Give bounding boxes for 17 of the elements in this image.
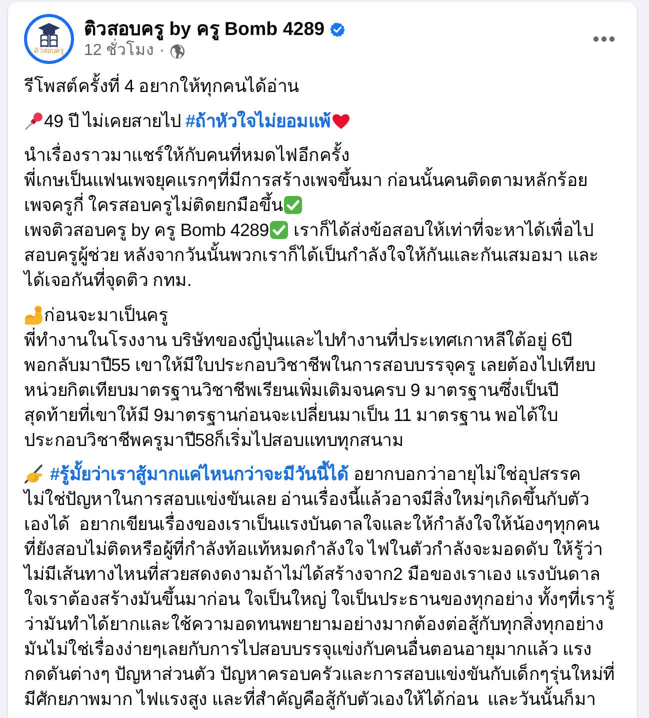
graduation-cap-book-icon	[37, 22, 61, 48]
check-mark-icon	[282, 195, 303, 215]
post-paragraph: รีโพสต์ครั้งที่ 4 อยากให้ทุกคนได้อ่าน	[24, 74, 625, 99]
check-mark-icon	[268, 220, 289, 240]
hashtag-link[interactable]: #ถ้าหัวใจไม่ยอมแพ้	[186, 110, 331, 130]
globe-icon	[170, 44, 185, 58]
more-options-icon[interactable]	[593, 36, 615, 42]
flexed-bicep-icon	[24, 304, 44, 324]
post-time[interactable]: 12 ชั่วโมง	[84, 41, 154, 61]
post-paragraph: นำเรื่องราวมาแชร์ให้กับคนที่หมดไฟอีกครั้ง พี่เกษเป็นแฟนเพจยุคแรกๆที่มีการสร้างเพจขึ้นมา ก่อนนั้นคนติดตามหลักร้อย เพจครูกี่ ใครสอบครูไม่ติดยกมือขึ้น เพจติวสอบครู by ครู Bomb 4289 เราก็ได้ส่งข้อสอบให้เท่าที่จะหาได้เพื่อไป สอบครูผู้ช่วย หลังจากวันนั้นพวกเราก็ได้เป็นกำลังใจให้กันและกันเสมอมา และ ได้เจอกันที่จุดติว กทม.	[24, 143, 625, 293]
post-paragraph: 49 ปี ไม่เคยสายไป #ถ้าหัวใจไม่ยอมแพ้	[24, 108, 625, 134]
page-name[interactable]: ติวสอบครู by ครู Bomb 4289	[84, 17, 325, 41]
post-paragraph: #รู้มั้ยว่าเราสู้มากแค่ไหนกว่าจะมีวันนี้ได้ อยากบอกว่าอายุไม่ใช่อุปสรรค ไม่ใช่ปัญหาในการสอบแข่งขันเลย อ่านเรื่องนี้แล้วอาจมีสิ่งใหม่ๆเกิดขึ้นกับตัว เองได้ อยากเขียนเรื่องของเราเป็นแรงบันดาลใจและให้กำลังใจให้น้องๆทุกคน ที่ยังสอบไม่ติดหรือผู้ที่กำลังท้อแท้หมดกำลังใจ ไฟในตัวกำลังจะมอดดับ ให้รู้ว่า ไม่มีเส้นทางไหนที่สวยสดงดงามถ้าไม่ได้สร้างจาก2 มือของเราเอง แรงบันดาล ใจเราต้องสร้างมันขึ้นมาก่อน ใจเป็นใหญ่ ใจเป็นประธานของทุกอย่าง ทั้งๆที่เรารู้ ว่ามันทำได้ยากและใช้ความอดทนพยายามอย่างมากต้องต่อสู้กับทุกสิ่งทุกอย่าง มันไม่ใช่เรื่องง่ายๆเลยกับการไปสอบบรรจุแข่งกับคนอื่นตอนอายุมากแล้ว แรง กดดันต่างๆ ปัญหาส่วนตัว ปัญหาครอบครัวและการสอบแข่งขันกับเด็กๆรุ่นใหม่ที่ มีศักยภาพมาก ไฟแรงสูง และที่สำคัญคือสู้กับตัวเองให้ได้ก่อน และวันนั้นก็มา	[24, 462, 625, 712]
hand-holding-pen-icon	[24, 464, 44, 484]
post-paragraph: ก่อนจะมาเป็นครู พี่ทำงานในโรงงาน บริษัทของญี่ปุ่นและไปทำงานที่ประเทศเกาหลีใต้อยู่ 6ปี พอกลับมาปี55 เขาให้มีใบประกอบวิชาชีพในการสอบบรรจุครู เลยต้องไปเทียบ หน่วยกิตเทียบมาตรฐานวิชาชีพเรียนเพิ่มเติมจนครบ 9 มาตรฐานซึ่งเป็นปี สุดท้ายที่เขาให้มี 9มาตรฐานก่อนจะเปลี่ยนมาเป็น 11 มาตรฐาน พอได้ใบ ประกอบวิชาชีพครูมาปี58ก็เริ่มไปสอบแทบทุกสนาม	[24, 304, 596, 452]
pushpin-icon	[24, 110, 44, 130]
dot-separator: ·	[159, 41, 165, 61]
